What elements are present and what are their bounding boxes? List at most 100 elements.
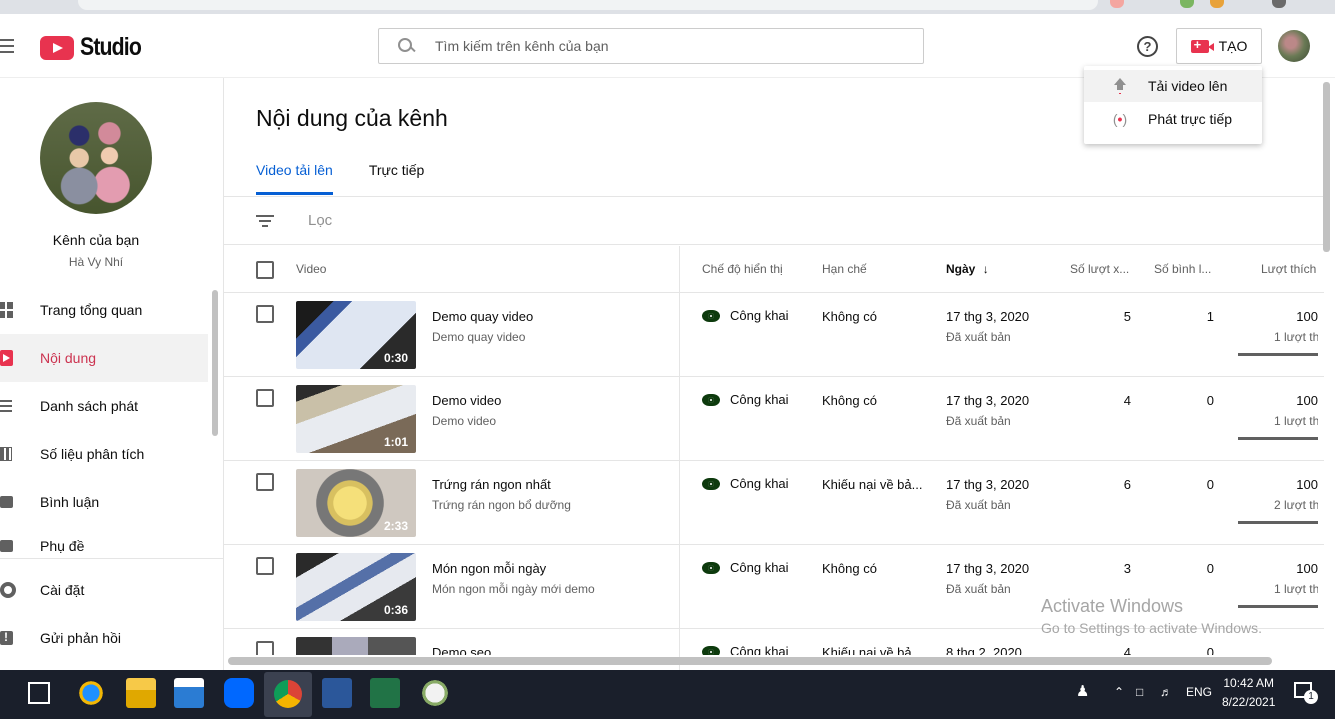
visibility-dropdown[interactable]: Công khai <box>702 392 789 407</box>
search-box[interactable] <box>378 28 924 64</box>
address-bar[interactable] <box>78 0 1098 10</box>
sidebar-item-comments[interactable]: Bình luận <box>0 478 208 526</box>
video-thumbnail[interactable]: 0:36 <box>296 553 416 621</box>
sort-down-icon: ↓ <box>982 262 989 276</box>
publish-date: 17 thg 3, 2020 <box>946 477 1030 492</box>
column-views[interactable]: Số lượt x... <box>1070 262 1129 276</box>
video-thumbnail[interactable]: 2:33 <box>296 469 416 537</box>
filter-bar[interactable]: Lọc <box>224 197 1324 245</box>
sidebar-item-feedback[interactable]: Gửi phản hồi <box>0 614 208 662</box>
table-row[interactable]: 2:33 Trứng rán ngon nhất Trứng rán ngon … <box>224 461 1324 545</box>
zalo-icon[interactable] <box>224 678 254 708</box>
file-explorer-icon[interactable] <box>126 678 156 708</box>
video-title[interactable]: Demo video <box>432 393 501 408</box>
table-row[interactable]: 1:01 Demo video Demo video Công khai Khô… <box>224 377 1324 461</box>
show-hidden-icons-icon[interactable]: ⌃ <box>1114 685 1124 699</box>
account-avatar[interactable] <box>1278 30 1310 62</box>
sidebar-item-playlists[interactable]: Danh sách phát <box>0 382 208 430</box>
vertical-scrollbar[interactable] <box>1323 82 1330 252</box>
profile-icon[interactable] <box>1272 0 1286 8</box>
extension-icon[interactable] <box>1180 0 1194 8</box>
analytics-icon <box>0 447 12 461</box>
video-camera-icon <box>1190 37 1214 53</box>
video-title[interactable]: Demo quay video <box>432 309 533 324</box>
sidebar-item-content[interactable]: Nội dung <box>0 334 208 382</box>
row-checkbox[interactable] <box>256 389 274 407</box>
visibility-label: Công khai <box>730 644 789 655</box>
notification-count: 1 <box>1304 690 1318 704</box>
help-icon[interactable]: ? <box>1137 36 1158 57</box>
chrome-taskbar-button[interactable] <box>264 672 312 717</box>
sidebar-item-subtitles[interactable]: Phụ đề <box>0 526 208 566</box>
subtitles-icon <box>0 540 13 552</box>
row-checkbox[interactable] <box>256 641 274 655</box>
create-button[interactable]: TẠO <box>1176 28 1262 64</box>
tab-live[interactable]: Trực tiếp <box>369 162 425 195</box>
column-comments[interactable]: Số bình l... <box>1154 262 1211 276</box>
eye-icon <box>702 477 720 490</box>
video-description: Demo quay video <box>432 330 526 344</box>
language-indicator[interactable]: ENG <box>1186 685 1212 699</box>
menu-item-upload-video[interactable]: Tải video lên <box>1084 70 1262 102</box>
horizontal-scrollbar[interactable] <box>228 657 1272 665</box>
visibility-label: Công khai <box>730 560 789 575</box>
comment-count: 0 <box>1206 393 1214 408</box>
word-icon[interactable] <box>322 678 352 708</box>
column-likes[interactable]: Lượt thích <box>1261 262 1316 276</box>
clock-time: 10:42 AM <box>1223 676 1275 690</box>
visibility-dropdown[interactable]: Công khai <box>702 476 789 491</box>
row-checkbox[interactable] <box>256 305 274 323</box>
studio-logo[interactable]: Studio <box>40 33 152 62</box>
video-title[interactable]: Demo seo <box>432 645 491 655</box>
store-icon[interactable] <box>174 678 204 708</box>
action-center-icon[interactable]: 1 <box>1294 682 1318 704</box>
excel-icon[interactable] <box>370 678 400 708</box>
volume-icon[interactable]: ♬ <box>1160 685 1172 699</box>
extension-icon[interactable] <box>1210 0 1224 8</box>
like-count: 1 lượt thích <box>1274 414 1318 428</box>
like-ratio-bar <box>1238 605 1318 608</box>
filter-icon[interactable] <box>256 215 274 227</box>
table-row[interactable]: 0:30 Demo quay video Demo quay video Côn… <box>224 293 1324 377</box>
tab-uploads[interactable]: Video tải lên <box>256 162 333 195</box>
visibility-dropdown[interactable]: Công khai <box>702 644 789 655</box>
video-thumbnail[interactable]: 1:01 <box>296 385 416 453</box>
sidebar-item-settings[interactable]: Cài đặt <box>0 566 208 614</box>
video-title[interactable]: Món ngon mỗi ngày <box>432 561 546 576</box>
video-thumbnail[interactable]: 0:30 <box>296 301 416 369</box>
sidebar-item-analytics[interactable]: Số liệu phân tích <box>0 430 208 478</box>
column-visibility[interactable]: Chế độ hiển thị <box>702 262 783 276</box>
menu-item-go-live[interactable]: (•) Phát trực tiếp <box>1084 103 1262 135</box>
divider <box>0 558 224 559</box>
filter-input[interactable]: Lọc <box>308 212 332 229</box>
network-icon[interactable]: □ <box>1136 685 1143 699</box>
duration-badge: 0:36 <box>383 603 408 617</box>
search-input[interactable] <box>435 38 875 54</box>
video-title[interactable]: Trứng rán ngon nhất <box>432 477 551 492</box>
column-date[interactable]: Ngày ↓ <box>946 262 989 276</box>
task-view-icon[interactable] <box>28 682 50 704</box>
system-clock[interactable]: 10:42 AM 8/22/2021 <box>1222 674 1275 712</box>
extension-icon[interactable] <box>1110 0 1124 8</box>
channel-avatar[interactable] <box>40 102 152 214</box>
publish-status: Đã xuất bản <box>946 414 1011 428</box>
visibility-dropdown[interactable]: Công khai <box>702 308 789 323</box>
select-all-checkbox[interactable] <box>256 261 274 279</box>
internet-explorer-icon[interactable] <box>76 678 106 708</box>
sidebar-scrollbar[interactable] <box>212 290 218 436</box>
row-checkbox[interactable] <box>256 473 274 491</box>
menu-icon[interactable] <box>0 39 14 53</box>
people-icon[interactable]: ♟ <box>1076 682 1089 700</box>
playlist-icon <box>0 400 12 412</box>
paint-icon[interactable] <box>420 678 450 708</box>
column-video: Video <box>296 262 327 276</box>
row-checkbox[interactable] <box>256 557 274 575</box>
duration-badge: 0:30 <box>383 351 408 365</box>
eye-icon <box>702 393 720 406</box>
video-thumbnail[interactable] <box>296 637 416 655</box>
publish-date: 17 thg 3, 2020 <box>946 309 1030 324</box>
column-restrictions[interactable]: Hạn chế <box>822 262 867 276</box>
search-icon[interactable] <box>397 37 415 55</box>
visibility-dropdown[interactable]: Công khai <box>702 560 789 575</box>
sidebar-item-dashboard[interactable]: Trang tổng quan <box>0 286 208 334</box>
